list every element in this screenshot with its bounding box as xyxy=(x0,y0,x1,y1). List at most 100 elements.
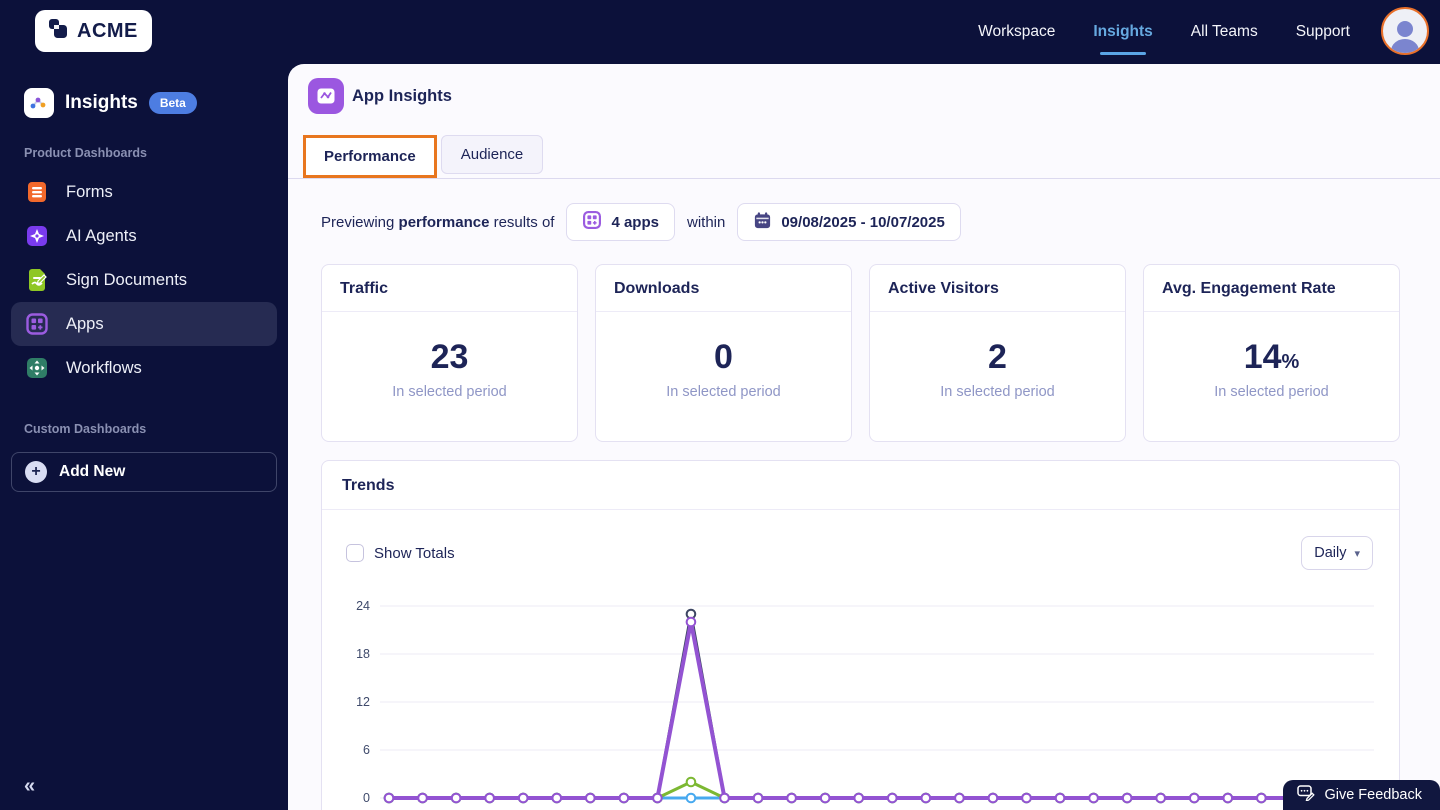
data-point-traffic xyxy=(618,792,630,804)
stat-card-value: 14% xyxy=(1243,338,1300,376)
sidebar-item-sign-documents[interactable]: Sign Documents xyxy=(0,258,288,302)
data-point-traffic xyxy=(1256,792,1267,804)
app-insights-header: App Insights xyxy=(288,64,1440,114)
svg-text:0: 0 xyxy=(363,791,370,805)
data-point-traffic xyxy=(786,792,797,804)
svg-text:18: 18 xyxy=(356,647,370,661)
apps-filter-button[interactable]: 4 apps xyxy=(566,203,675,241)
date-range-button[interactable]: 09/08/2025 - 10/07/2025 xyxy=(737,203,961,241)
sidebar-item-apps[interactable]: Apps xyxy=(11,302,277,346)
add-new-label: Add New xyxy=(59,463,126,480)
sidebar-item-label: Sign Documents xyxy=(66,270,188,289)
data-point-traffic xyxy=(1088,792,1099,804)
data-point-traffic xyxy=(1222,792,1234,804)
apps-icon xyxy=(582,210,602,234)
workflows-icon xyxy=(24,355,50,381)
trends-chart: 0 6 12 18 24 xyxy=(322,570,1399,810)
nav-item-all-teams[interactable]: All Teams xyxy=(1191,23,1258,41)
trends-controls: Show Totals Daily ▾ xyxy=(322,510,1399,570)
sidebar-item-label: Workflows xyxy=(66,358,142,377)
forms-icon xyxy=(24,179,50,205)
stat-cards: Traffic 23 In selected period Downloads … xyxy=(321,264,1400,442)
data-point-traffic xyxy=(1121,792,1133,804)
stat-card-title: Avg. Engagement Rate xyxy=(1144,265,1399,312)
nav-item-support[interactable]: Support xyxy=(1296,23,1350,41)
feedback-icon xyxy=(1297,784,1316,806)
stat-card-active-visitors: Active Visitors 2 In selected period xyxy=(869,264,1126,442)
data-point-traffic xyxy=(886,792,898,804)
sidebar-product-name: Insights xyxy=(65,92,138,113)
stat-card-value: 0 xyxy=(714,338,733,376)
data-point-traffic xyxy=(752,792,764,804)
sidebar-item-forms[interactable]: Forms xyxy=(0,170,288,214)
stat-card-engagement-rate: Avg. Engagement Rate 14% In selected per… xyxy=(1143,264,1400,442)
feedback-label: Give Feedback xyxy=(1324,787,1422,803)
give-feedback-button[interactable]: Give Feedback xyxy=(1283,780,1440,810)
sidebar-item-ai-agents[interactable]: AI Agents xyxy=(0,214,288,258)
trends-title: Trends xyxy=(322,461,1399,510)
data-point-downloads xyxy=(685,792,697,804)
sidebar-product-header: Insights Beta xyxy=(0,64,288,118)
series-line-total xyxy=(389,612,1362,800)
data-point-traffic xyxy=(920,792,932,804)
interval-label: Daily xyxy=(1314,545,1347,561)
stat-card-caption: In selected period xyxy=(666,384,781,400)
acme-logo-text: ACME xyxy=(77,19,138,42)
data-point-traffic xyxy=(383,792,395,804)
data-point-active-visitors xyxy=(685,776,697,788)
stat-card-caption: In selected period xyxy=(940,384,1055,400)
user-avatar[interactable] xyxy=(1381,7,1429,55)
stat-card-title: Downloads xyxy=(596,265,851,312)
add-new-button[interactable]: + Add New xyxy=(11,452,277,492)
data-point-traffic xyxy=(450,792,462,804)
date-range-label: 09/08/2025 - 10/07/2025 xyxy=(781,213,945,231)
tabs: Performance Audience xyxy=(303,135,1440,178)
acme-logo-icon xyxy=(46,17,70,46)
stat-card-value: 2 xyxy=(988,338,1007,376)
tab-audience[interactable]: Audience xyxy=(440,135,544,174)
svg-text:12: 12 xyxy=(356,695,370,709)
stat-card-traffic: Traffic 23 In selected period xyxy=(321,264,578,442)
show-totals-toggle[interactable]: Show Totals xyxy=(346,544,455,562)
sidebar-collapse-icon[interactable]: « xyxy=(24,775,35,798)
preview-bold-word: performance xyxy=(398,213,490,231)
stat-card-caption: In selected period xyxy=(1214,384,1329,400)
acme-logo[interactable]: ACME xyxy=(35,10,152,52)
data-point-traffic xyxy=(551,792,563,804)
main-panel: App Insights Performance Audience Previe… xyxy=(288,64,1440,810)
apps-filter-label: 4 apps xyxy=(611,213,659,231)
data-point-traffic xyxy=(517,792,529,804)
data-point-traffic xyxy=(819,792,831,804)
stat-card-title: Traffic xyxy=(322,265,577,312)
within-label: within xyxy=(686,213,726,231)
custom-dashboards-label: Custom Dashboards xyxy=(24,422,147,436)
data-point-traffic xyxy=(853,792,865,804)
apps-icon xyxy=(24,311,50,337)
chevron-down-icon: ▾ xyxy=(1354,547,1360,560)
data-point-traffic xyxy=(1054,792,1066,804)
nav-item-insights[interactable]: Insights xyxy=(1093,23,1152,41)
series-line-traffic xyxy=(389,620,1362,800)
show-totals-checkbox[interactable] xyxy=(346,544,364,562)
sidebar-item-label: Forms xyxy=(66,182,113,201)
nav-item-workspace[interactable]: Workspace xyxy=(978,23,1055,41)
data-point-traffic xyxy=(685,616,697,628)
header-divider xyxy=(288,178,1440,179)
page-title: App Insights xyxy=(352,86,452,105)
data-point-traffic xyxy=(1021,792,1032,804)
sidebar-item-workflows[interactable]: Workflows xyxy=(0,346,288,390)
data-point-traffic xyxy=(954,792,965,804)
data-point-traffic xyxy=(484,792,495,804)
data-point-traffic xyxy=(987,792,999,804)
sidebar-nav-list: Forms AI Agents Sign Documents Apps Work… xyxy=(0,170,288,390)
calendar-icon xyxy=(753,211,772,234)
plus-icon: + xyxy=(25,461,47,483)
interval-dropdown[interactable]: Daily ▾ xyxy=(1301,536,1373,570)
preview-text: Previewing performance results of xyxy=(321,213,555,231)
data-point-traffic xyxy=(1155,792,1166,804)
stat-card-title: Active Visitors xyxy=(870,265,1125,312)
insights-product-icon xyxy=(24,88,54,118)
sidebar: Insights Beta Product Dashboards Forms A… xyxy=(0,64,288,810)
product-dashboards-label: Product Dashboards xyxy=(24,146,147,160)
tab-performance[interactable]: Performance xyxy=(303,135,437,178)
